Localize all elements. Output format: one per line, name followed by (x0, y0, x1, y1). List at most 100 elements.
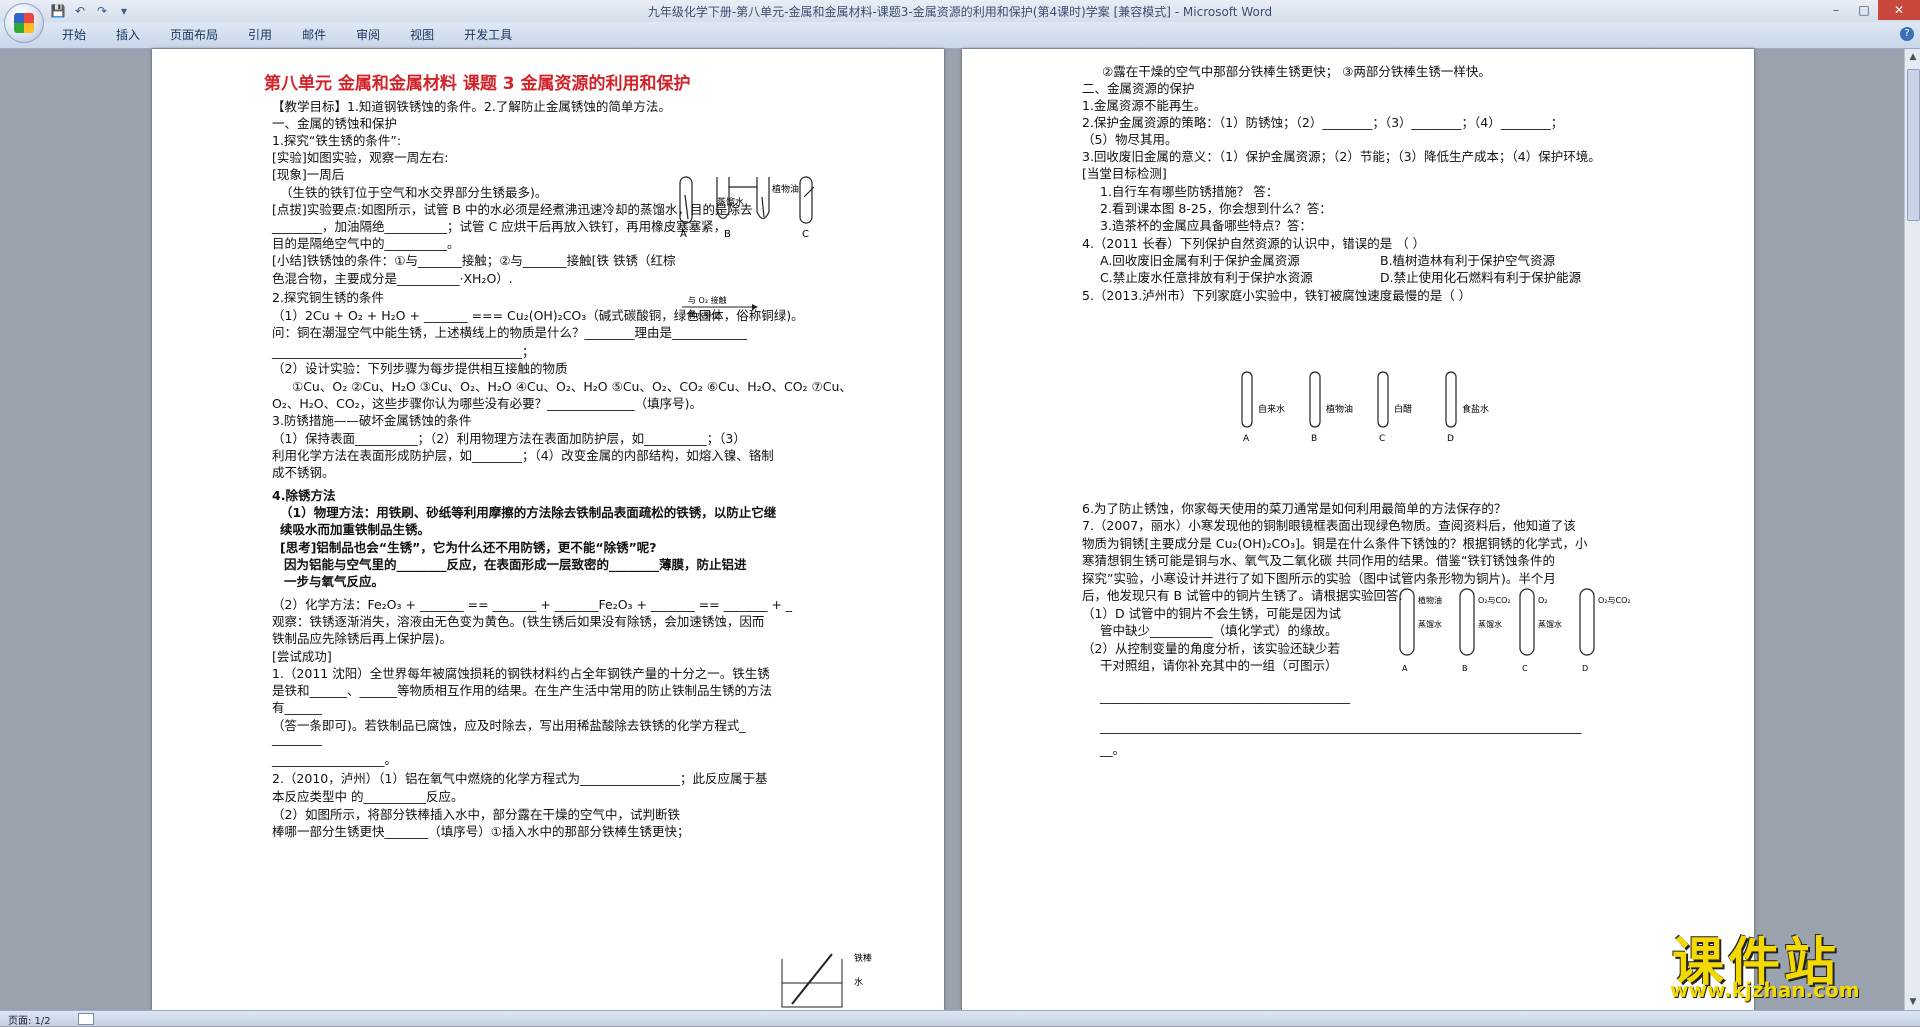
fig7-label-3: O₂与CO₂ (1598, 596, 1631, 605)
fig5-tube-b: B (1311, 434, 1317, 444)
office-logo-icon (14, 13, 34, 33)
fig7-tube-a: A (1402, 664, 1408, 673)
text-line: 本反应类型中 的__________反应。 (272, 789, 464, 804)
text-line: 3.造茶杯的金属应具备哪些特点？答： (1100, 218, 1312, 233)
status-bar: 页面: 1/2 (0, 1010, 1920, 1027)
text-line: __________________。 (272, 752, 398, 767)
text-line: 物质为铜锈[主要成分是 Cu₂(OH)₂CO₃]。铜是在什么条件下锈蚀的？根据铜… (1082, 535, 1588, 551)
text-line: （2）设计实验：下列步骤为每步提供相互接触的物质 (272, 361, 568, 376)
fig7-label-0: 植物油 (1418, 595, 1442, 605)
fig5-tube-a: A (1243, 434, 1250, 444)
fig-water-label: 蒸馏水 (717, 196, 744, 208)
fig7-tube-d: D (1582, 664, 1588, 673)
text-line: 5.（2013.泸州市）下列家庭小实验中，铁钉被腐蚀速度最慢的是（ ） (1082, 288, 1472, 303)
text-line: 问：铜在潮湿空气中能生锈，上述横线上的物质是什么？________理由是____… (272, 325, 748, 340)
text-line: ________ (272, 731, 322, 746)
text-line: ________________________________________ (1100, 689, 1350, 704)
document-area: 第八单元 金属和金属材料 课题 3 金属资源的利用和保护 【教学目标】1.知道钢… (0, 49, 1904, 1010)
text-line: [当堂目标检测] (1082, 166, 1167, 181)
text-line: 有______ (272, 700, 323, 715)
fig5-label-2: 白醋 (1394, 403, 1412, 415)
fig5-tube-d: D (1447, 434, 1454, 444)
fig7-label-4: 蒸馏水 (1418, 619, 1442, 629)
text-line: 利用化学方法在表面形成防护层，如________；（4）改变金属的内部结构，如熔… (272, 448, 774, 463)
text-line: 棒哪一部分生锈更快_______（填序号）①插入水中的那部分铁棒生锈更快； (272, 824, 690, 839)
arrow-bottom-label: 有水参加 (688, 310, 720, 320)
text-line: D.禁止使用化石燃料有利于保护能源 (1380, 270, 1582, 285)
text-line: （2）从控制变量的角度分析，该实验还缺少若 (1082, 640, 1340, 656)
watermark-url: www.kjzhan.com (1670, 978, 1860, 1002)
fig7-tube-b: B (1462, 664, 1468, 673)
page-1: 第八单元 金属和金属材料 课题 3 金属资源的利用和保护 【教学目标】1.知道钢… (152, 49, 944, 1010)
tab-insert[interactable]: 插入 (102, 27, 156, 43)
doc-title: 第八单元 金属和金属材料 课题 3 金属资源的利用和保护 (264, 74, 691, 94)
title-bar: 💾 ↶ ↷ ▾ 九年级化学下册-第八单元-金属和金属材料-课题3-金属资源的利用… (0, 0, 1920, 23)
text-line: ________________________________________… (1100, 719, 1582, 734)
window-title: 九年级化学下册-第八单元-金属和金属材料-课题3-金属资源的利用和保护(第4课时… (647, 5, 1273, 19)
text-line: 3.防锈措施——破坏金属锈蚀的条件 (272, 413, 472, 428)
fig5-tube-c: C (1379, 434, 1385, 444)
text-line: __。 (1100, 742, 1126, 757)
text-line: 是铁和______、______等物质相互作用的结果。在生产生活中常用的防止铁制… (272, 683, 773, 698)
tab-page-layout[interactable]: 页面布局 (156, 27, 234, 43)
tab-references[interactable]: 引用 (234, 27, 288, 43)
text-line: 7.（2007，丽水）小寒发现他的铜制眼镜框表面出现绿色物质。查阅资料后，他知道… (1082, 518, 1576, 533)
language-icon[interactable] (78, 1013, 94, 1025)
text-line: [小结]铁锈蚀的条件：①与_______接触；②与_______接触[铁 铁锈（… (272, 253, 676, 268)
ribbon: 开始 插入 页面布局 引用 邮件 审阅 视图 开发工具 ? (0, 22, 1920, 49)
minimize-icon[interactable]: – (1822, 0, 1850, 20)
copper-rust-figure: 植物油 O₂与CO₂ O₂ O₂与CO₂ 蒸馏水 蒸馏水 蒸馏水 A B C D (1399, 588, 1631, 673)
text-line: C.禁止废水任意排放有利于保护水资源 (1100, 270, 1313, 285)
text-line: 一步与氧气反应。 (284, 574, 385, 589)
office-button[interactable] (4, 3, 44, 43)
ribbon-tabs: 开始 插入 页面布局 引用 邮件 审阅 视图 开发工具 (48, 27, 528, 43)
text-line: （答一条即可)。若铁制品已腐蚀，应及时除去，写出用稀盐酸除去铁锈的化学方程式_ (272, 718, 746, 733)
text-line: 干对照组，请你补充其中的一组（可图示） (1100, 658, 1338, 673)
text-line: [现象]一周后 (272, 167, 345, 182)
text-line: 铁制品应先除锈后再上保护层)。 (272, 631, 452, 646)
tube-label-b: B (724, 229, 731, 240)
text-line: 寒猜想铜生锈可能是铜与水、氧气及二氧化碳 共同作用的结果。借鉴“铁钉锈蚀条件的 (1082, 553, 1555, 568)
arrow-top-label: 与 O₂ 接触 (688, 295, 727, 305)
fig7-label-6: 蒸馏水 (1538, 619, 1562, 629)
window-controls: – □ ✕ (1822, 0, 1920, 20)
page-2: ②露在干燥的空气中那部分铁棒生锈更快； ③两部分铁棒生锈一样快。 二、金属资源的保… (962, 49, 1754, 1010)
nail-corrosion-figure: 自来水 植物油 白醋 食盐水 A B C D (1241, 371, 1489, 444)
scroll-down-icon[interactable]: ▼ (1905, 994, 1920, 1010)
fig-oil-label: 植物油 (772, 183, 799, 195)
tab-developer[interactable]: 开发工具 (450, 27, 528, 43)
tab-review[interactable]: 审阅 (342, 27, 396, 43)
close-icon[interactable]: ✕ (1878, 0, 1920, 20)
beaker-rod-figure: 铁棒 水 (781, 952, 872, 1008)
text-line: 2.（2010，泸州）（1）铝在氧气中燃烧的化学方程式为____________… (272, 771, 768, 786)
text-line: 后，他发现只有 B 试管中的铜片生锈了。请根据实验回答: (1082, 588, 1403, 603)
vertical-scrollbar[interactable]: ▲ ▼ (1904, 49, 1920, 1010)
tab-home[interactable]: 开始 (48, 27, 102, 43)
help-icon[interactable]: ? (1900, 27, 1914, 41)
tube-label-c: C (802, 229, 809, 240)
iron-rust-tubes-figure: A B C 蒸馏水 植物油 (679, 176, 815, 240)
fig-rod-label: 铁棒 (854, 952, 872, 964)
scrollbar-thumb[interactable] (1907, 69, 1920, 221)
scroll-up-icon[interactable]: ▲ (1905, 49, 1920, 65)
fig7-label-2: O₂ (1538, 596, 1548, 605)
fig-water2-label: 水 (854, 976, 863, 988)
text-line: 续吸水而加重铁制品生锈。 (280, 522, 431, 537)
text-line: （1）D 试管中的铜片不会生锈，可能是因为试 (1082, 605, 1342, 621)
text-line: 2.探究铜生锈的条件 (272, 290, 384, 305)
fig5-label-3: 食盐水 (1462, 403, 1489, 415)
fig7-label-5: 蒸馏水 (1478, 619, 1502, 629)
maximize-icon[interactable]: □ (1850, 0, 1878, 20)
text-line: 成不锈钢。 (272, 465, 335, 480)
text-line: 色混合物，主要成分是__________·XH₂O）. (272, 271, 513, 286)
tube-label-a: A (680, 229, 687, 240)
tab-mailings[interactable]: 邮件 (288, 27, 342, 43)
rust-condition-arrow: 与 O₂ 接触 有水参加 (682, 295, 758, 320)
fig7-label-1: O₂与CO₂ (1478, 596, 1511, 605)
tab-view[interactable]: 视图 (396, 27, 450, 43)
text-line: 管中缺少__________（填化学式）的缘故。 (1100, 623, 1338, 638)
brand-watermark: 课件站 www.kjzhan.com (1660, 920, 1900, 1002)
fig5-label-0: 自来水 (1258, 403, 1285, 415)
fig5-label-1: 植物油 (1326, 403, 1353, 415)
fig7-tube-c: C (1522, 664, 1528, 673)
